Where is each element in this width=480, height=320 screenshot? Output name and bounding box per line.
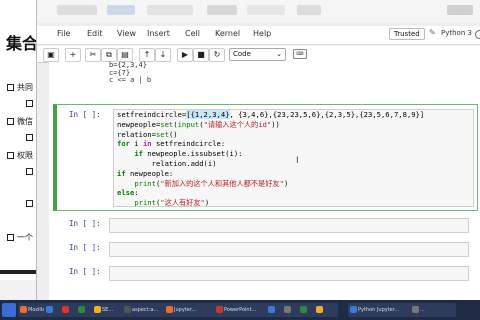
run-icon[interactable]: ▶ — [177, 48, 193, 62]
code-line: relation.add(i) — [117, 158, 217, 168]
bullet-square-icon — [7, 152, 14, 159]
bullet-square-icon — [7, 118, 14, 125]
menu-file[interactable]: File — [57, 29, 70, 38]
taskbar-item[interactable]: Python Jupyter... — [348, 303, 418, 317]
cell-prompt: In [ ]: — [69, 243, 101, 252]
stop-icon[interactable]: ■ — [193, 48, 209, 62]
slide-bullet: 微信 — [7, 116, 33, 127]
trusted-badge[interactable]: Trusted — [389, 28, 425, 40]
pencil-icon[interactable]: ✎ — [429, 28, 436, 37]
cut-icon[interactable]: ✂ — [85, 48, 101, 62]
cell-prompt: In [ ]: — [69, 267, 101, 276]
code-editor[interactable] — [109, 266, 469, 281]
taskbar-item[interactable]: ... — [410, 303, 456, 317]
cell-type-select[interactable]: Code ⌄ — [229, 48, 286, 61]
code-editor[interactable] — [109, 242, 469, 257]
kernel-name: Python 3 — [441, 29, 472, 37]
toolbar: ▣ + ✂ ⧉ ▤ ↑ ↓ ▶ ■ ↻ » Code⌄ ⌨ — [37, 46, 480, 63]
keyboard-icon[interactable]: ⌨ — [293, 49, 307, 59]
menu-help[interactable]: Help — [253, 29, 271, 38]
code-editor[interactable]: setfreindcircle=[{1,2,3,4}, {3,4,6},{23,… — [113, 109, 474, 207]
slide-heading: 集合 — [6, 34, 39, 53]
jupyter-window: File Edit View Insert Cell Kernel Help T… — [36, 0, 480, 300]
browser-header — [37, 0, 480, 22]
move-up-icon[interactable]: ↑ — [139, 48, 155, 62]
slide-footer — [0, 280, 40, 300]
taskbar-item[interactable] — [314, 303, 338, 317]
menu-edit[interactable]: Edit — [87, 29, 103, 38]
menu-cell[interactable]: Cell — [185, 29, 200, 38]
notebook-area: b={2,3,4} c={7} c <= a | b In [ ]: setfrei… — [49, 61, 480, 300]
cell-prompt: In [ ]: — [69, 110, 101, 119]
copy-icon[interactable]: ⧉ — [101, 48, 117, 62]
code-line: print("新加入的这个人和其他人都不是好友") — [134, 178, 289, 188]
background-slide: 集合 共同 微信 权限 一个 — [0, 0, 40, 300]
slide-bullet: 一个 — [7, 232, 33, 243]
code-line: setfreindcircle=[{1,2,3,4}, {3,4,6},{23,… — [117, 110, 425, 119]
menu-insert[interactable]: Insert — [147, 29, 170, 38]
restart-icon[interactable]: ↻ — [209, 48, 225, 62]
sub-bullet-square-icon — [26, 168, 33, 175]
paste-icon[interactable]: ▤ — [117, 48, 133, 62]
empty-code-cell[interactable]: In [ ]: — [53, 264, 473, 282]
empty-code-cell[interactable]: In [ ]: — [53, 240, 473, 258]
bullet-square-icon — [7, 234, 14, 241]
taskbar-item[interactable]: PowerPoint... — [214, 303, 274, 317]
active-code-cell[interactable]: In [ ]: setfreindcircle=[{1,2,3,4}, {3,4… — [53, 104, 478, 211]
code-line: relation=set() — [117, 129, 178, 139]
menu-view[interactable]: View — [117, 29, 136, 38]
menu-bar: File Edit View Insert Cell Kernel Help T… — [37, 26, 480, 45]
menu-kernel[interactable]: Kernel — [215, 29, 240, 38]
previous-cell-code[interactable]: b={2,3,4} c={7} c <= a | b — [109, 61, 151, 85]
sub-bullet-square-icon — [26, 200, 33, 207]
add-icon[interactable]: + — [65, 48, 81, 62]
sub-bullet-square-icon — [26, 134, 33, 141]
cell-prompt: In [ ]: — [69, 219, 101, 228]
code-line: newpeople=set(input("请输入这个人的id")) — [117, 119, 280, 129]
kernel-status-icon — [475, 30, 480, 39]
code-editor[interactable] — [109, 218, 469, 233]
taskbar: Mozilla... SE... aspect:a... Jupyter... … — [0, 300, 480, 320]
slide-divider — [0, 270, 40, 274]
code-line: if newpeople.issubset(i): — [134, 149, 243, 159]
sub-bullet-square-icon — [26, 100, 33, 107]
empty-code-cell[interactable]: In [ ]: — [53, 216, 473, 234]
move-down-icon[interactable]: ↓ — [155, 48, 171, 62]
slide-bullet: 权限 — [7, 150, 33, 161]
code-line: else: — [117, 188, 139, 198]
save-icon[interactable]: ▣ — [43, 48, 59, 62]
bullet-square-icon — [7, 84, 14, 91]
start-button[interactable] — [2, 303, 16, 317]
code-line: print("这人有好友") — [134, 198, 210, 208]
code-line: if newpeople: — [117, 168, 174, 178]
code-line: for i in setfreindcircle: — [117, 139, 226, 149]
slide-bullet: 共同 — [7, 82, 33, 93]
text-cursor-icon: I — [296, 156, 299, 166]
chevron-down-icon: ⌄ — [276, 50, 282, 58]
